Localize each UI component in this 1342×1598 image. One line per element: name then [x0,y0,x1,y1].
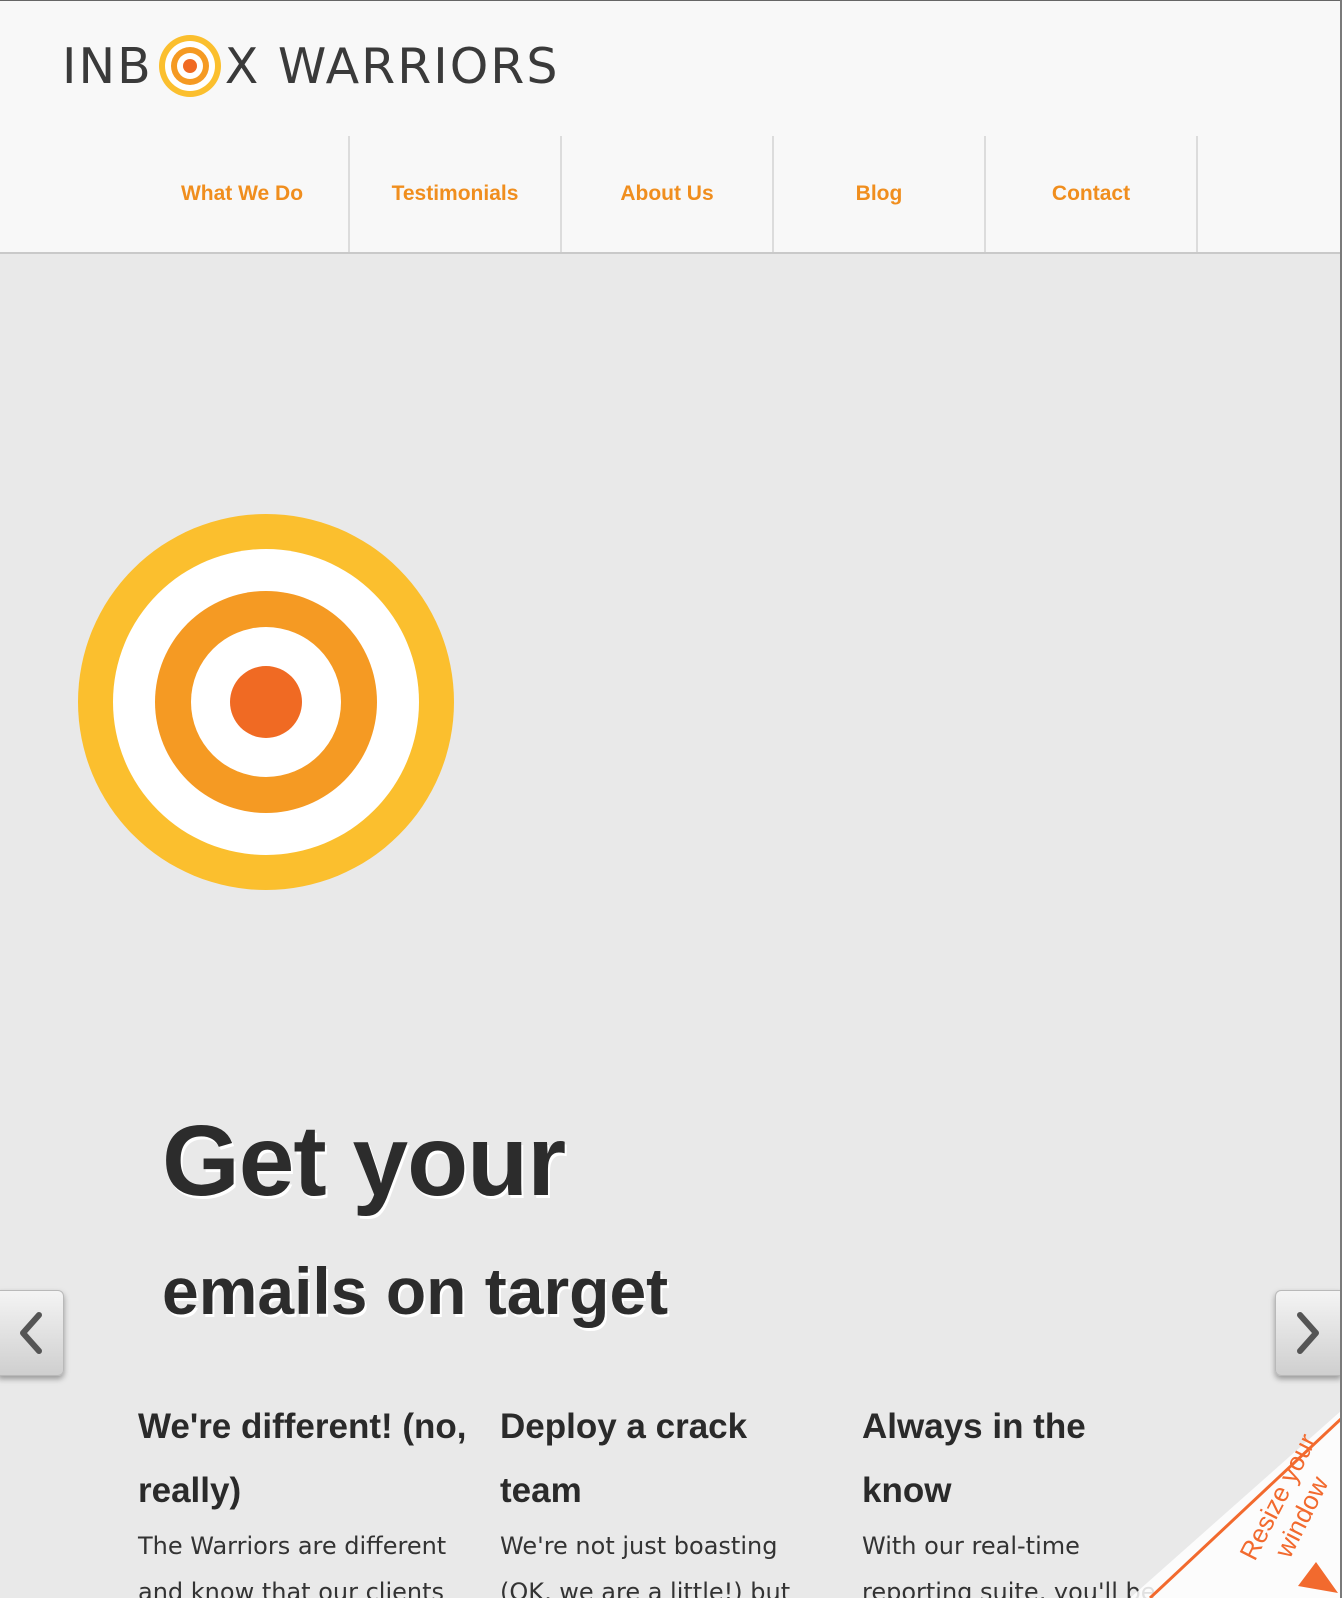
feature-text: We're not just boasting (OK, we are a li… [500,1532,791,1598]
nav-label: About Us [620,182,714,205]
nav-item-contact[interactable]: Contact [986,136,1198,252]
logo-text-start: INB [62,37,153,95]
nav-label: What We Do [180,182,304,205]
logo[interactable]: INB X WARRIORS [62,21,559,111]
resize-window-banner[interactable]: Resize your window [1130,1410,1342,1598]
feature-heading: We're different! (no, really) [138,1407,467,1510]
chevron-right-icon [1297,1312,1319,1354]
page: INB X WARRIORS What We Do Testimonials A… [0,0,1342,1598]
chevron-left-icon [20,1312,42,1354]
feature-heading: Deploy a crack team [500,1407,748,1510]
main-nav: What We Do Testimonials About Us Blog Co… [136,136,1198,252]
slider-prev-button[interactable] [0,1290,64,1376]
feature-text: The Warriors are different and know that… [138,1532,447,1598]
logo-target-icon [158,35,221,97]
nav-item-testimonials[interactable]: Testimonials [350,136,562,252]
slider-next-button[interactable] [1275,1290,1341,1376]
nav-label: Testimonials [391,182,519,205]
feature-column: We're different! (no, really) The Warrio… [138,1395,478,1598]
site-header: INB X WARRIORS What We Do Testimonials A… [0,1,1340,254]
hero-target-icon [78,514,454,890]
hero-title-line-1: Get your [162,1105,566,1217]
nav-item-about-us[interactable]: About Us [562,136,774,252]
feature-column: Deploy a crack team We're not just boast… [500,1395,820,1598]
nav-item-blog[interactable]: Blog [774,136,986,252]
hero-title-line-2: emails on target [162,1254,669,1328]
nav-label: Blog [855,182,903,205]
nav-item-what-we-do[interactable]: What We Do [136,136,350,252]
logo-text-end: X WARRIORS [224,37,560,95]
nav-label: Contact [1051,182,1131,205]
